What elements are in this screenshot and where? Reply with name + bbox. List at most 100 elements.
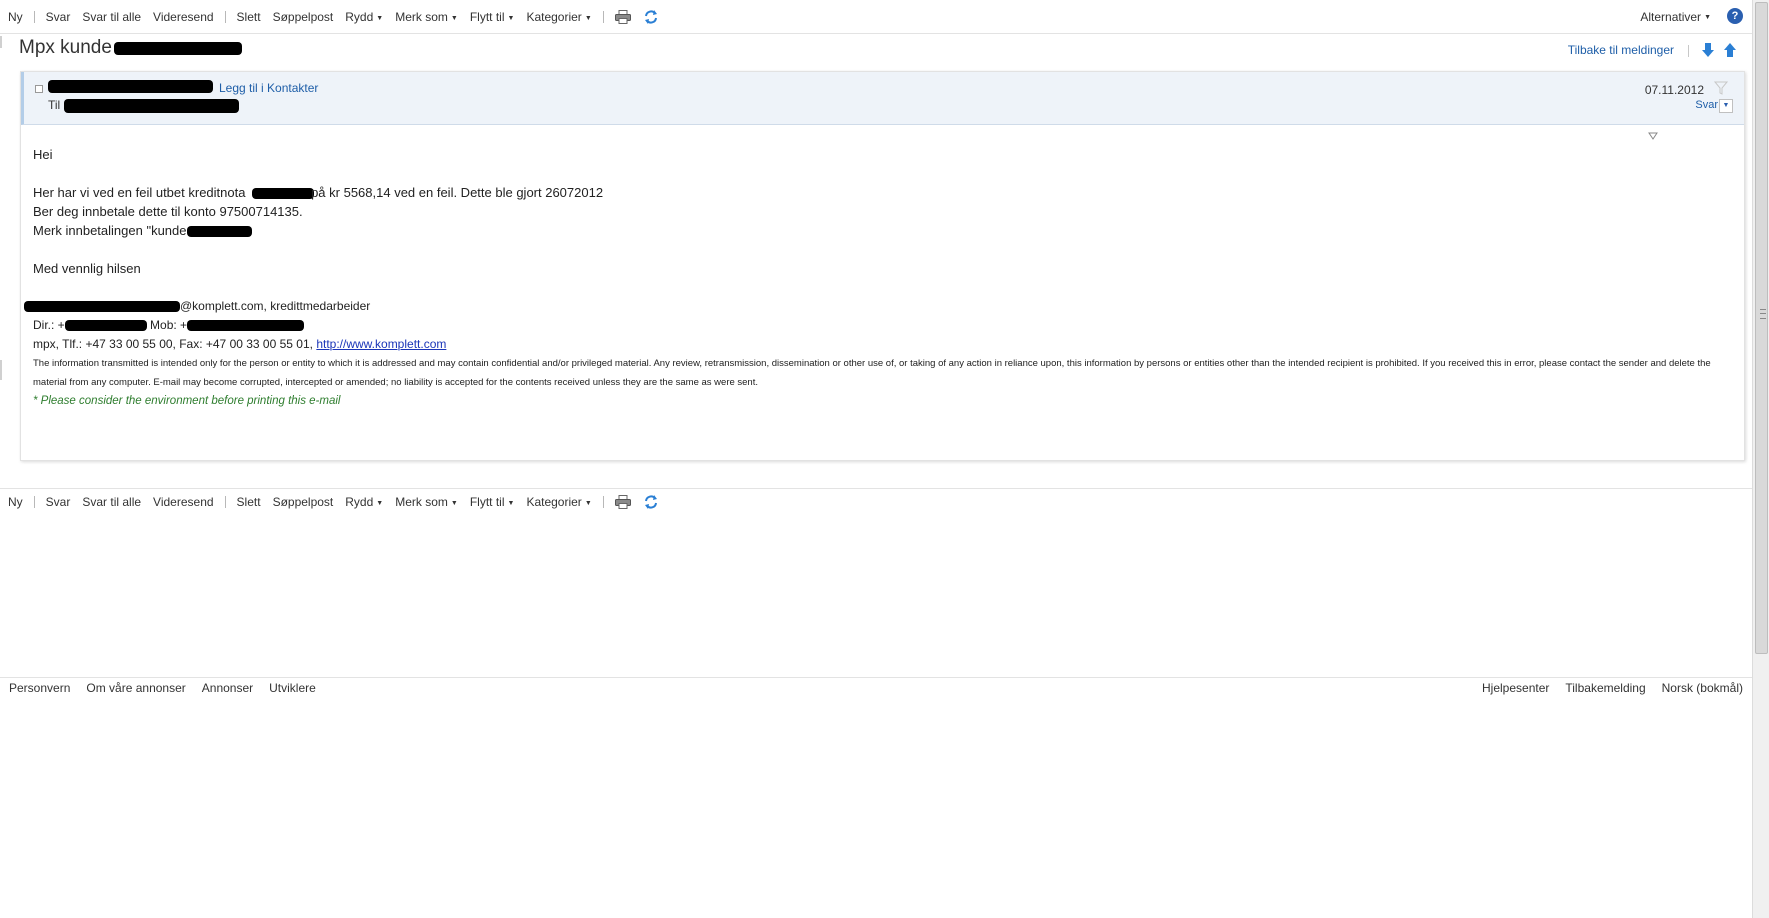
junk-button[interactable]: Søppelpost [267, 10, 340, 24]
redacted-block [64, 320, 147, 332]
help-center-link[interactable]: Hjelpesenter [1482, 681, 1549, 695]
mark-as-menu[interactable]: Merk som ▼ [389, 10, 464, 24]
move-to-menu[interactable]: Flytt til ▼ [464, 495, 521, 509]
body-line-2: Ber deg innbetale dette til konto 975007… [33, 204, 303, 219]
body-line-3: Merk innbetalingen "kunde [33, 221, 1728, 240]
chevron-down-icon: ▼ [1704, 13, 1711, 21]
reply-all-button[interactable]: Svar til alle [76, 495, 147, 509]
signature-email-suffix: @komplett.com, kredittmedarbeider [180, 299, 371, 313]
sweep-menu[interactable]: Rydd ▼ [339, 495, 389, 509]
scroll-grip-icon [1760, 309, 1766, 319]
content-divider-line [0, 488, 1752, 489]
legal-disclaimer: The information transmitted is intended … [33, 358, 1711, 388]
reply-link[interactable]: Svar [1695, 99, 1718, 111]
footer-left-links: Personvern Om våre annonser Annonser Utv… [9, 681, 332, 695]
feedback-link[interactable]: Tilbakemelding [1565, 681, 1645, 695]
reply-button[interactable]: Svar [40, 10, 77, 24]
body-line-1: Her har vi ved en feil utbet kreditnota … [33, 183, 1728, 202]
top-toolbar: Ny Svar Svar til alle Videresend Slett S… [0, 6, 665, 28]
page-footer: Personvern Om våre annonser Annonser Utv… [0, 677, 1752, 699]
new-button[interactable]: Ny [0, 495, 29, 509]
back-to-messages-link[interactable]: Tilbake til meldinger [1568, 43, 1674, 57]
recipient-redacted [64, 99, 239, 113]
expand-icon[interactable] [1648, 128, 1658, 140]
left-edge-marker [0, 360, 2, 380]
chevron-down-icon: ▼ [584, 15, 592, 22]
message-date: 07.11.2012 [1644, 83, 1704, 97]
refresh-icon[interactable] [641, 8, 661, 26]
options-menu[interactable]: Alternativer ▼ [1640, 10, 1711, 24]
toolbar-divider [602, 11, 604, 23]
chevron-down-icon: ▼ [507, 500, 515, 507]
new-button[interactable]: Ny [0, 10, 29, 24]
message-card: Legg til i Kontakter Til 07.11.2012 Svar… [20, 71, 1745, 461]
bottom-toolbar: Ny Svar Svar til alle Videresend Slett S… [0, 491, 665, 513]
chevron-down-icon: ▼ [450, 15, 458, 22]
language-link[interactable]: Norsk (bokmål) [1662, 681, 1743, 695]
toolbar-divider [33, 11, 35, 23]
print-icon[interactable] [613, 8, 633, 26]
body-line-1-end: på kr 5568,14 ved en feil. Dette ble gjo… [311, 185, 604, 200]
chevron-down-icon: ▼ [507, 15, 515, 22]
categories-label: Kategorier [526, 495, 582, 509]
categories-menu[interactable]: Kategorier ▼ [520, 10, 597, 24]
toolbar-divider-line [0, 33, 1752, 34]
mark-as-menu[interactable]: Merk som ▼ [389, 495, 464, 509]
collapse-toggle[interactable] [35, 85, 43, 93]
chevron-down-icon: ▼ [584, 500, 592, 507]
signature-company-line: mpx, Tlf.: +47 33 00 55 00, Fax: +47 00 … [33, 335, 1728, 354]
redacted-block [252, 188, 315, 200]
vertical-scrollbar[interactable] [1752, 0, 1769, 918]
signature-name-line: @komplett.com, kredittmedarbeider [24, 297, 1728, 316]
nav-divider [1688, 45, 1689, 57]
website-link[interactable]: http://www.komplett.com [316, 337, 446, 351]
categories-menu[interactable]: Kategorier ▼ [520, 495, 597, 509]
reply-all-button[interactable]: Svar til alle [76, 10, 147, 24]
body-line-1-start: Her har vi ved en feil utbet kreditnota [33, 185, 246, 200]
body-greeting: Hei [33, 147, 53, 162]
arrow-up-icon[interactable] [1722, 42, 1738, 58]
signature-mob-label: Mob: + [150, 318, 188, 332]
redacted-block [24, 301, 180, 313]
sweep-menu[interactable]: Rydd ▼ [339, 10, 389, 24]
toolbar-divider [224, 496, 226, 508]
mark-as-label: Merk som [395, 10, 448, 24]
footer-right-links: Hjelpesenter Tilbakemelding Norsk (bokmå… [1466, 681, 1743, 695]
junk-button[interactable]: Søppelpost [267, 495, 340, 509]
forward-button[interactable]: Videresend [147, 495, 220, 509]
toolbar-divider [33, 496, 35, 508]
sweep-label: Rydd [345, 10, 374, 24]
message-subject: Mpx kunde [19, 37, 242, 59]
chevron-down-icon[interactable]: ▼ [1719, 99, 1733, 113]
body-closing: Med vennlig hilsen [33, 261, 141, 276]
developers-link[interactable]: Utviklere [269, 681, 316, 695]
signature-dir-label: Dir.: + [33, 318, 65, 332]
sweep-label: Rydd [345, 495, 374, 509]
add-to-contacts-link[interactable]: Legg til i Kontakter [219, 81, 318, 95]
flag-icon[interactable] [1713, 81, 1729, 95]
categories-label: Kategorier [526, 10, 582, 24]
redacted-block [113, 41, 242, 55]
privacy-link[interactable]: Personvern [9, 681, 70, 695]
scrollbar-thumb[interactable] [1755, 2, 1768, 654]
reply-button[interactable]: Svar [40, 495, 77, 509]
forward-button[interactable]: Videresend [147, 10, 220, 24]
help-icon[interactable]: ? [1727, 8, 1743, 24]
delete-button[interactable]: Slett [231, 10, 267, 24]
message-body: Hei Her har vi ved en feil utbet kreditn… [24, 145, 1728, 411]
move-to-label: Flytt til [469, 10, 505, 24]
redacted-block [186, 226, 252, 238]
advertise-link[interactable]: Annonser [202, 681, 253, 695]
refresh-icon[interactable] [641, 493, 661, 511]
print-icon[interactable] [613, 493, 633, 511]
about-ads-link[interactable]: Om våre annonser [86, 681, 185, 695]
toolbar-divider [224, 11, 226, 23]
arrow-down-icon[interactable] [1700, 42, 1716, 58]
environment-note: * Please consider the environment before… [33, 395, 341, 407]
options-label: Alternativer [1640, 10, 1702, 24]
move-to-menu[interactable]: Flytt til ▼ [464, 10, 521, 24]
body-line-3-text: Merk innbetalingen "kunde [33, 223, 187, 238]
left-edge-marker [0, 36, 2, 48]
subject-text: Mpx kunde [19, 37, 112, 58]
delete-button[interactable]: Slett [231, 495, 267, 509]
